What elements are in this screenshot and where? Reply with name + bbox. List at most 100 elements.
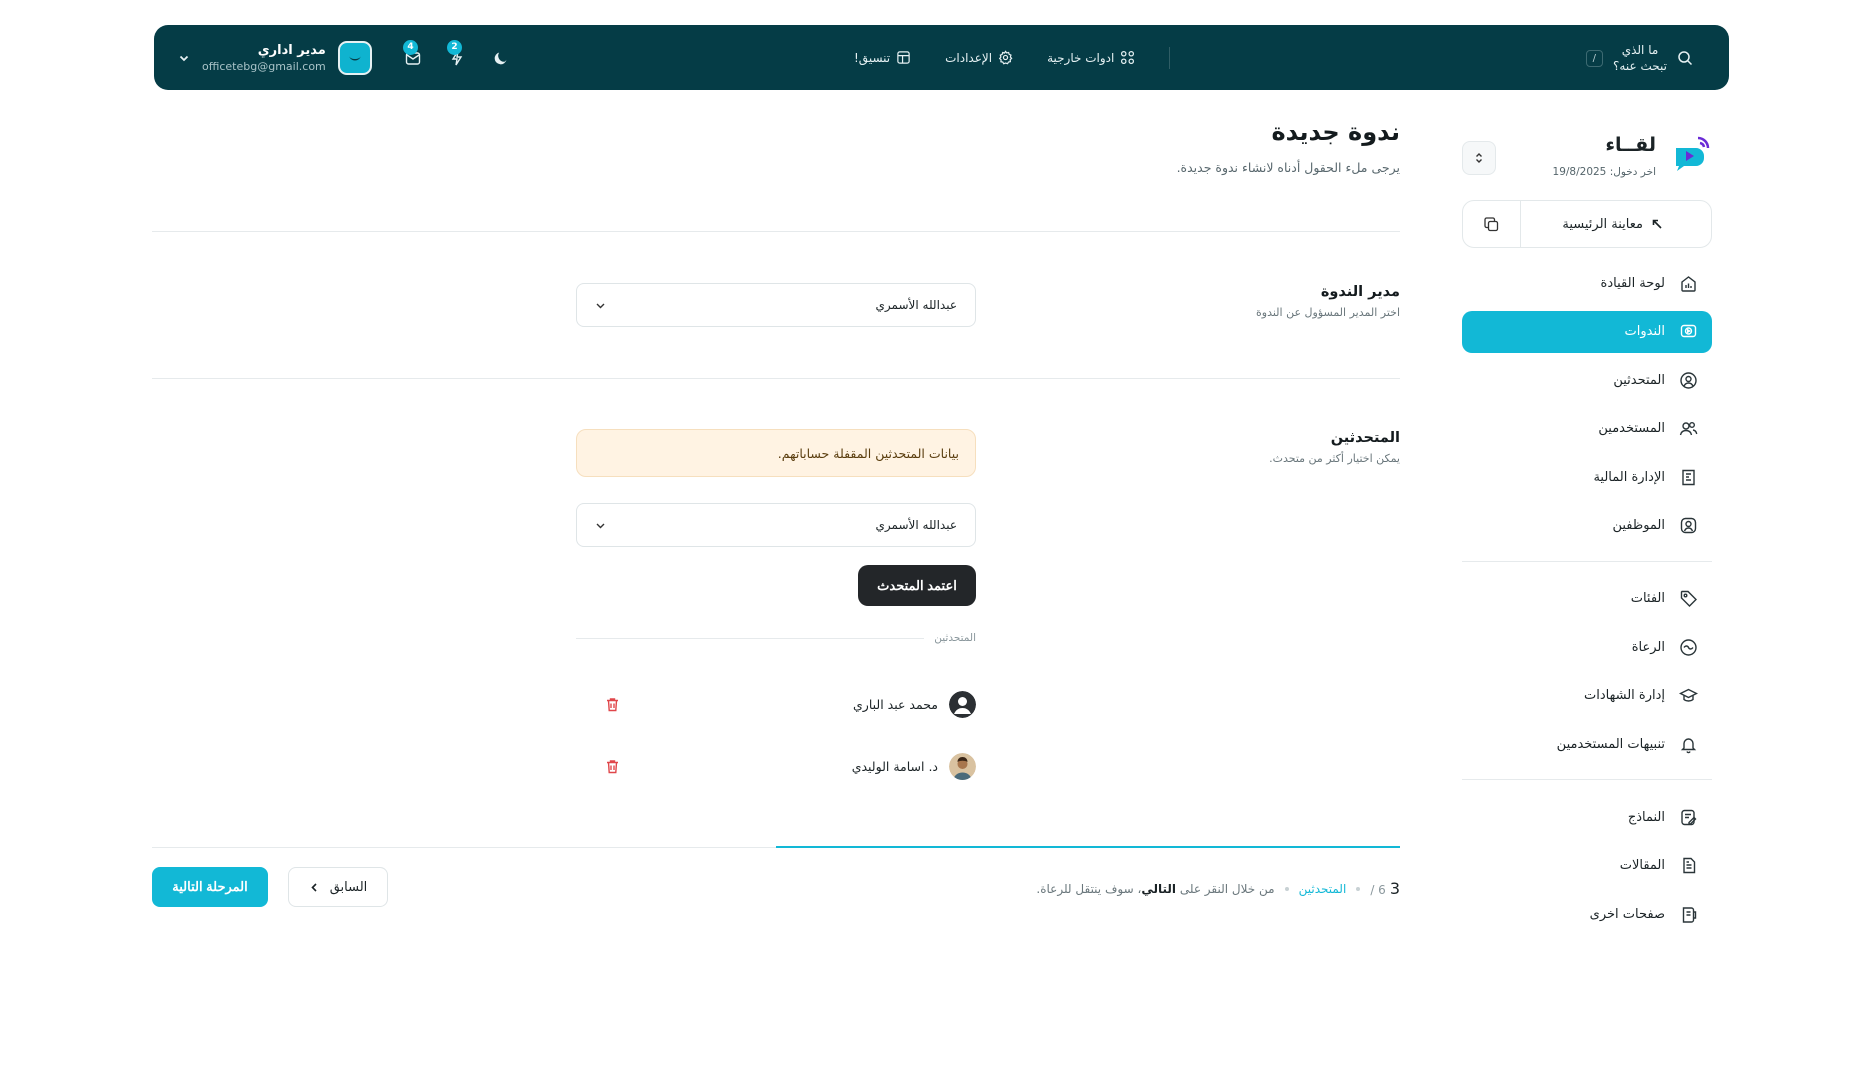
previous-button[interactable]: السابق — [288, 867, 388, 907]
sidebar-item-other-pages[interactable]: صفحات اخرى — [1462, 893, 1712, 935]
speakers-list-header: المتحدثين — [576, 632, 976, 644]
sidebar-item-forms[interactable]: النماذج — [1462, 796, 1712, 838]
search-shortcut-key: / — [1585, 49, 1603, 67]
topbar-divider — [1169, 46, 1171, 69]
form-icon — [1681, 809, 1697, 825]
sidebar-item-label: الرعاة — [1631, 639, 1665, 655]
default-avatar-icon — [949, 690, 976, 718]
bell-icon — [1680, 737, 1697, 753]
sidebar-item-label: المتحدثين — [1613, 372, 1665, 388]
sidebar-item-label: الندوات — [1624, 324, 1665, 339]
step-counter: / 6 3 — [1370, 879, 1400, 898]
search-box[interactable]: ما الذي تبحث عنه؟ / — [1573, 35, 1693, 81]
next-step-button[interactable]: المرحلة التالية — [152, 867, 268, 907]
sidebar-item-speakers[interactable]: المتحدثين — [1462, 359, 1712, 401]
manager-label: مدير الندوة — [1320, 284, 1400, 300]
page-subtitle: يرجى ملء الحقول أدناه لانشاء ندوة جديدة. — [1176, 160, 1400, 175]
wizard-step-info: / 6 3 المتحدثين من خلال النقر على التالي… — [1036, 879, 1400, 898]
sidebar-item-label: النماذج — [1627, 809, 1665, 825]
current-step-name: المتحدثين — [1298, 881, 1347, 896]
next-step-hint: من خلال النقر على التالي، سوف ينتقل للرع… — [1036, 881, 1275, 896]
chevron-down-icon — [596, 303, 605, 308]
external-tools-label: ادوات خارجية — [1047, 50, 1115, 65]
sidebar-item-articles[interactable]: المقالات — [1462, 845, 1712, 887]
preview-home-bar: معاينة الرئيسية — [1462, 200, 1712, 248]
tools-badge: 2 — [447, 39, 462, 55]
sidebar-item-label: تنبيهات المستخدمين — [1556, 736, 1665, 752]
sidebar-item-users[interactable]: المستخدمين — [1462, 408, 1712, 450]
section-divider — [152, 378, 1400, 379]
manager-select[interactable]: عبدالله الأسمري — [576, 283, 976, 327]
hint-prefix: من خلال النقر على — [1179, 881, 1275, 896]
sidebar-item-label: الموظفين — [1612, 518, 1665, 533]
speaker-avatar — [949, 690, 976, 718]
speakers-field-label: المتحدثين يمكن اختيار أكثر من متحدث. — [1269, 430, 1400, 465]
user-avatar — [337, 40, 372, 75]
sidebar-item-sponsors[interactable]: الرعاة — [1462, 626, 1712, 668]
sidebar-item-employees[interactable]: الموظفين — [1462, 505, 1712, 547]
manager-select-value: عبدالله الأسمري — [875, 298, 957, 312]
dark-mode-toggle[interactable] — [492, 49, 510, 67]
trash-icon[interactable] — [604, 696, 621, 713]
graduation-cap-icon — [1679, 688, 1698, 702]
sidebar-item-finance[interactable]: الإدارة المالية — [1462, 456, 1712, 498]
speaker-avatar — [949, 752, 976, 780]
sidebar-item-dashboard[interactable]: لوحة القيادة — [1462, 262, 1712, 304]
gear-icon — [998, 50, 1013, 65]
separator-dot — [1284, 886, 1289, 891]
tag-icon — [1680, 590, 1697, 607]
layout-label: تنسيق! — [854, 50, 891, 65]
logo-icon — [1676, 136, 1710, 171]
chevron-right-icon — [311, 882, 317, 892]
apps-grid-icon — [1121, 50, 1135, 65]
topbar-links: ادوات خارجية الإعدادات تنسيق! — [854, 25, 1171, 90]
section-divider — [152, 231, 1400, 232]
speaker-select-value: عبدالله الأسمري — [875, 518, 957, 532]
preview-home-button[interactable]: معاينة الرئيسية — [1521, 201, 1711, 247]
preview-home-label: معاينة الرئيسية — [1562, 216, 1643, 232]
user-square-icon — [1680, 517, 1697, 534]
sidebar-item-label: المقالات — [1619, 858, 1665, 873]
last-login: اخر دخول: 19/8/2025 — [1552, 166, 1656, 178]
layout-link[interactable]: تنسيق! — [854, 50, 911, 65]
quick-tools-button[interactable]: 2 — [447, 39, 466, 67]
sidebar-nav: لوحة القيادة الندوات المتحدثين المستخدمي… — [1462, 262, 1712, 935]
wizard-progress-fill — [776, 846, 1400, 848]
sponsor-icon — [1680, 638, 1697, 656]
step-current: 3 — [1389, 879, 1400, 898]
speaker-name: محمد عبد الباري — [853, 696, 938, 712]
sidebar-item-label: الإدارة المالية — [1593, 469, 1665, 485]
sidebar-item-label: المستخدمين — [1598, 421, 1665, 436]
hint-suffix: سوف ينتقل للرعاة. — [1036, 881, 1134, 896]
sidebar-item-notifications[interactable]: تنبيهات المستخدمين — [1462, 723, 1712, 765]
speaker-select[interactable]: عبدالله الأسمري — [576, 503, 976, 547]
speaker-name: د. اسامة الوليدي — [851, 758, 938, 774]
sidebar-item-categories[interactable]: الفئات — [1462, 578, 1712, 620]
article-icon — [1683, 857, 1696, 874]
top-navbar: ما الذي تبحث عنه؟ / ادوات خارجية الإعداد… — [154, 25, 1729, 90]
photo-avatar-icon — [949, 752, 976, 780]
dashboard-icon — [1681, 275, 1696, 292]
manager-hint: اختر المدير المسؤول عن الندوة — [1256, 306, 1400, 319]
manager-field-label: مدير الندوة اختر المدير المسؤول عن الندو… — [1256, 284, 1400, 319]
brand-block: لقــاء اخر دخول: 19/8/2025 — [1462, 128, 1712, 186]
search-icon — [1678, 51, 1693, 66]
sidebar-item-label: إدارة الشهادات — [1584, 688, 1665, 703]
sidebar-item-label: صفحات اخرى — [1589, 906, 1665, 922]
copy-icon — [1484, 216, 1499, 231]
external-tools-link[interactable]: ادوات خارجية — [1047, 50, 1135, 65]
alert-text: بيانات المتحدثين المقفلة حساباتهم. — [777, 445, 959, 461]
page-title: ندوة جديدة — [1271, 118, 1400, 146]
sidebar-item-certificates[interactable]: إدارة الشهادات — [1462, 675, 1712, 717]
messages-button[interactable]: 4 — [403, 39, 422, 67]
copy-link-button[interactable] — [1463, 201, 1521, 247]
user-email: officetebg@gmail.com — [202, 59, 326, 73]
sidebar-item-seminars[interactable]: الندوات — [1462, 310, 1712, 353]
user-menu[interactable]: مدير اداري officetebg@gmail.com — [178, 25, 372, 90]
sidebar-divider — [1462, 560, 1712, 562]
approve-speaker-button[interactable]: اعتمد المتحدث — [858, 565, 976, 606]
settings-link[interactable]: الإعدادات — [945, 50, 1013, 65]
workspace-switcher[interactable] — [1462, 141, 1496, 175]
user-info: مدير اداري officetebg@gmail.com — [202, 43, 326, 73]
trash-icon[interactable] — [604, 758, 621, 775]
